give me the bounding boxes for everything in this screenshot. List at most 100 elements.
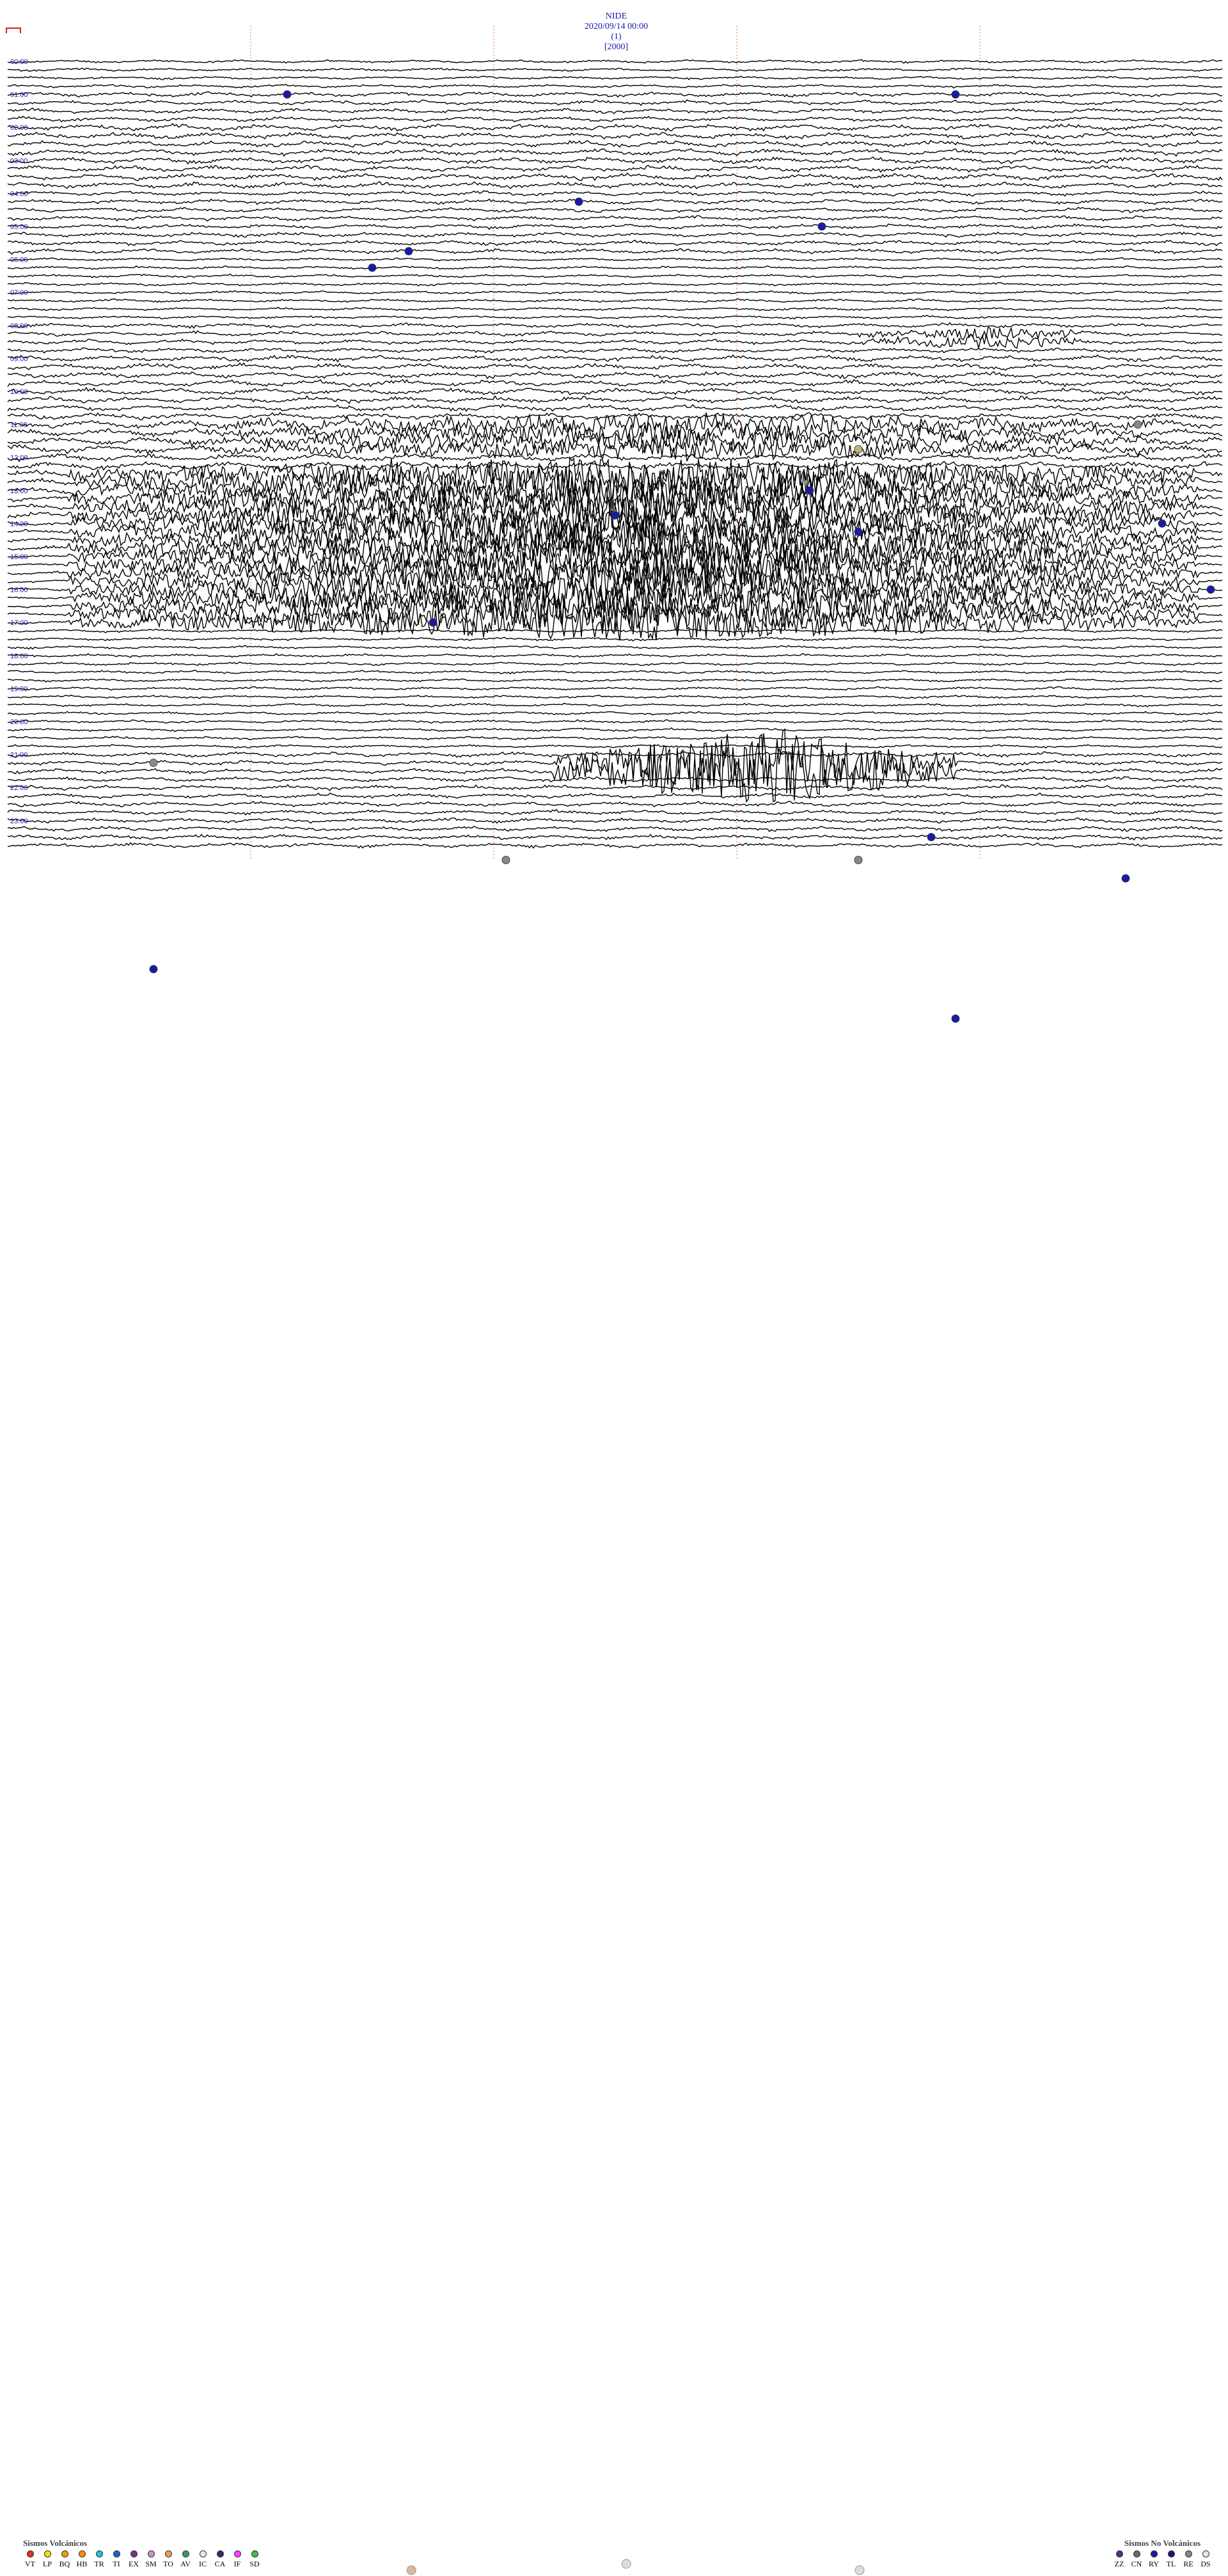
trace-row-74	[7, 670, 1223, 675]
hour-label-0500: 05:00	[10, 223, 28, 231]
event-marker-12	[1206, 585, 1215, 594]
hour-label-0800: 08:00	[10, 322, 28, 330]
legend-volcanic-item-ic: IC	[196, 2550, 210, 2569]
trace-row-19	[7, 215, 1223, 222]
trace-row-33	[7, 326, 1223, 341]
legend-nonvolcanic-item-ry: RY	[1147, 2550, 1161, 2569]
trace-row-8	[7, 123, 1223, 132]
trace-row-71	[7, 645, 1223, 650]
hour-label-0000: 00:00	[10, 58, 28, 66]
trace-row-10	[7, 139, 1223, 148]
trace-row-42	[7, 403, 1222, 412]
event-marker-14	[149, 759, 158, 767]
legend-volcanic-item-tr: TR	[92, 2550, 106, 2569]
end-marker-0	[501, 855, 510, 864]
hour-label-0400: 04:00	[10, 190, 28, 198]
legend-volcanic-dot-icon	[95, 2550, 103, 2557]
hour-label-0100: 01:00	[10, 91, 28, 99]
trace-row-31	[7, 315, 1223, 320]
event-marker-8	[805, 486, 814, 495]
trace-row-6	[7, 107, 1223, 115]
trace-row-28	[7, 290, 1223, 295]
end-marker-1	[854, 855, 863, 864]
hour-label-1100: 11:00	[10, 422, 28, 429]
trace-row-73	[7, 661, 1223, 667]
hour-label-0900: 09:00	[10, 355, 28, 363]
legend-volcanic-dot-icon	[164, 2550, 172, 2557]
legend-volcanic-code: HB	[76, 2559, 88, 2568]
trace-row-77	[7, 694, 1223, 699]
legend-volcanic-code: SD	[249, 2559, 260, 2568]
legend-nonvolcanic-dot-icon	[1185, 2550, 1192, 2557]
event-marker-4	[404, 247, 413, 256]
legend-nonvolcanic-code: RE	[1183, 2559, 1193, 2568]
legend-volcanic-code: VT	[25, 2559, 35, 2568]
event-marker-0	[283, 90, 292, 99]
trace-row-24	[7, 257, 1223, 262]
legend-volcanic-item-sd: SD	[248, 2550, 262, 2569]
hour-label-1800: 18:00	[10, 652, 28, 660]
legend-volcanic-dot-icon	[26, 2550, 34, 2557]
trace-row-18	[7, 207, 1223, 214]
legend-volcanic-code: SM	[145, 2559, 157, 2568]
hour-label-1400: 14:00	[10, 520, 28, 528]
hour-label-0300: 03:00	[10, 157, 28, 165]
legend-volcanic-code: TR	[94, 2559, 104, 2568]
trace-row-76	[7, 686, 1223, 691]
legend-volcanic-code: EX	[129, 2559, 139, 2568]
legend-volcanic: Sismos Volcánicos VT LP BQ HB TR TI EX SM TO AV IC…	[23, 2538, 262, 2569]
hour-label-1900: 19:00	[10, 685, 28, 693]
hour-label-2000: 20:00	[10, 718, 28, 726]
bottom-markers	[406, 855, 865, 2575]
legend-nonvolcanic-item-tl: TL	[1164, 2550, 1178, 2569]
legend-volcanic-item-hb: HB	[75, 2550, 89, 2569]
helicorder-plot: 00:00 01:00 02:00 03:00 04:00 05:00 06:00 07:00…	[6, 26, 1223, 2575]
trace-row-81	[7, 727, 1223, 732]
legend-volcanic-item-if: IF	[230, 2550, 244, 2569]
trace-row-49	[7, 461, 1223, 471]
legend-nonvolcanic-dot-icon	[1202, 2550, 1209, 2557]
hour-label-1000: 10:00	[10, 388, 28, 396]
trace-row-7	[7, 116, 1223, 123]
trace-row-86	[7, 733, 1223, 803]
legend-volcanic-code: LP	[42, 2559, 52, 2568]
event-marker-1	[951, 90, 960, 99]
legend-nonvolcanic-dot-icon	[1150, 2550, 1158, 2557]
legend-volcanic-code: CA	[214, 2559, 226, 2568]
seismic-traces	[7, 59, 1223, 849]
legend-nonvolcanic-dot-icon	[1167, 2550, 1175, 2557]
trace-row-12	[7, 156, 1223, 165]
legend-nonvolcanic-dot-icon	[1115, 2550, 1123, 2557]
trace-row-90	[7, 800, 1223, 808]
event-marker-6	[1133, 420, 1142, 429]
legend-nonvolcanic-item-zz: ZZ	[1112, 2550, 1126, 2569]
hour-label-1600: 16:00	[10, 587, 28, 594]
scale-bracket-icon	[6, 28, 21, 33]
hour-label-2100: 21:00	[10, 752, 28, 759]
hour-label-0700: 07:00	[10, 289, 28, 297]
trace-row-26	[7, 273, 1223, 278]
legend-nonvolcanic-item-ds: DS	[1199, 2550, 1213, 2569]
trace-row-41	[7, 395, 1223, 404]
trace-row-21	[7, 231, 1223, 238]
legend-volcanic-item-bq: BQ	[58, 2550, 72, 2569]
event-marker-18	[951, 1015, 960, 1023]
legend-volcanic-dot-icon	[182, 2550, 189, 2557]
trace-row-93	[7, 826, 1223, 832]
hour-label-2200: 22:00	[10, 784, 28, 792]
trace-row-80	[7, 719, 1223, 724]
event-marker-7	[854, 445, 863, 454]
trace-row-94	[7, 834, 1223, 841]
trace-row-22	[7, 239, 1223, 246]
legend-volcanic-dot-icon	[130, 2550, 138, 2557]
footer-marker-0	[406, 2565, 416, 2575]
trace-row-79	[7, 711, 1223, 716]
event-marker-11	[854, 527, 863, 536]
hour-label-1500: 15:00	[10, 553, 28, 561]
legend-nonvolcanic-items: ZZ CN RY TL RE DS	[1112, 2550, 1213, 2569]
trace-row-34	[7, 333, 1223, 350]
legend-nonvolcanic: Sismos No Volcánicos ZZ CN RY TL RE DS	[1112, 2538, 1213, 2569]
trace-row-40	[7, 386, 1223, 396]
footer-marker-2	[854, 2565, 865, 2575]
legend-volcanic-dot-icon	[113, 2550, 120, 2557]
